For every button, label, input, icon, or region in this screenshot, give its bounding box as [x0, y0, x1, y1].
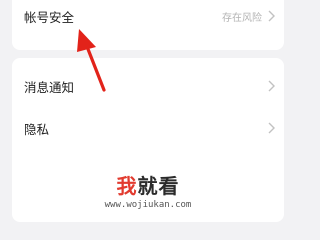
- watermark-logo-part2: 就看: [137, 174, 180, 198]
- watermark-url: www.wojiukan.com: [104, 200, 192, 210]
- watermark-logo: 我就看: [117, 170, 180, 199]
- watermark: 我就看 www.wojiukan.com: [0, 170, 296, 210]
- watermark-logo-part1: 我: [116, 174, 138, 198]
